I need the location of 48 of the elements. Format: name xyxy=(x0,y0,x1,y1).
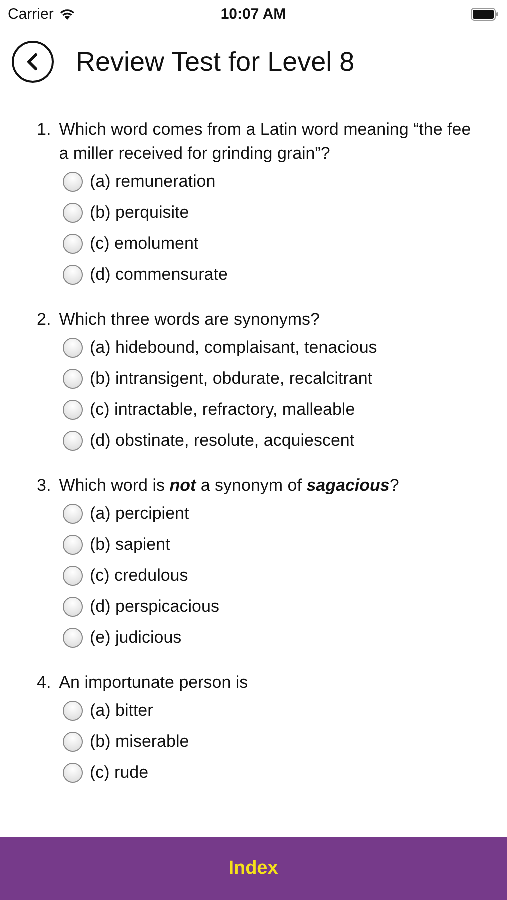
radio-button[interactable] xyxy=(63,234,83,254)
option-label[interactable]: (a) percipient xyxy=(90,504,190,524)
page-title: Review Test for Level 8 xyxy=(76,46,355,78)
question-number: 3. xyxy=(37,475,52,497)
option-label[interactable]: (a) bitter xyxy=(90,700,154,720)
radio-button[interactable] xyxy=(63,172,83,192)
option-label[interactable]: (b) perquisite xyxy=(90,202,190,222)
radio-button[interactable] xyxy=(63,566,83,586)
option-label[interactable]: (c) rude xyxy=(90,762,149,782)
radio-button[interactable] xyxy=(63,368,83,388)
option-label[interactable]: (b) miserable xyxy=(90,732,190,752)
wifi-icon xyxy=(58,8,76,20)
option-label[interactable]: (c) emolument xyxy=(90,234,199,254)
option-label[interactable]: (c) credulous xyxy=(90,566,188,586)
radio-button[interactable] xyxy=(63,264,83,284)
question-number: 1. xyxy=(37,119,52,141)
radio-button[interactable] xyxy=(63,430,83,450)
question-text: An importunate person is xyxy=(59,672,250,694)
back-button[interactable] xyxy=(12,41,54,83)
carrier-label: Carrier xyxy=(8,6,54,22)
question-text: Which word is not a synonym of sagacious? xyxy=(59,475,400,497)
radio-button[interactable] xyxy=(63,202,83,222)
radio-button[interactable] xyxy=(63,338,83,358)
question-text: Which three words are synonyms? xyxy=(59,309,321,331)
option-label[interactable]: (b) intransigent, obdurate, recalcitrant xyxy=(90,368,373,388)
radio-button[interactable] xyxy=(63,504,83,524)
option-label[interactable]: (c) intractable, refractory, malleable xyxy=(90,400,356,420)
index-button[interactable]: Index xyxy=(222,856,284,880)
clock-time: 10:07 AM xyxy=(220,6,286,22)
chevron-left-icon xyxy=(26,53,40,71)
question-number: 2. xyxy=(37,309,52,331)
question-text: Which word comes from a Latin word meaning “the fee a miller received for grinding grain”? xyxy=(59,119,472,165)
radio-button[interactable] xyxy=(63,762,83,782)
radio-button[interactable] xyxy=(63,400,83,420)
option-label[interactable]: (d) commensurate xyxy=(90,264,228,284)
battery-icon xyxy=(471,8,499,20)
option-label[interactable]: (b) sapient xyxy=(90,534,170,554)
option-label[interactable]: (d) obstinate, resolute, acquiescent xyxy=(90,430,355,450)
radio-button[interactable] xyxy=(63,534,83,554)
radio-button[interactable] xyxy=(63,732,83,752)
question-number: 4. xyxy=(37,672,52,694)
option-label[interactable]: (d) perspicacious xyxy=(90,596,220,616)
radio-button[interactable] xyxy=(63,628,83,648)
option-label[interactable]: (a) hidebound, complaisant, tenacious xyxy=(90,338,378,358)
radio-button[interactable] xyxy=(63,596,83,616)
radio-button[interactable] xyxy=(63,700,83,720)
option-label[interactable]: (a) remuneration xyxy=(90,172,216,192)
option-label[interactable]: (e) judicious xyxy=(90,628,182,648)
